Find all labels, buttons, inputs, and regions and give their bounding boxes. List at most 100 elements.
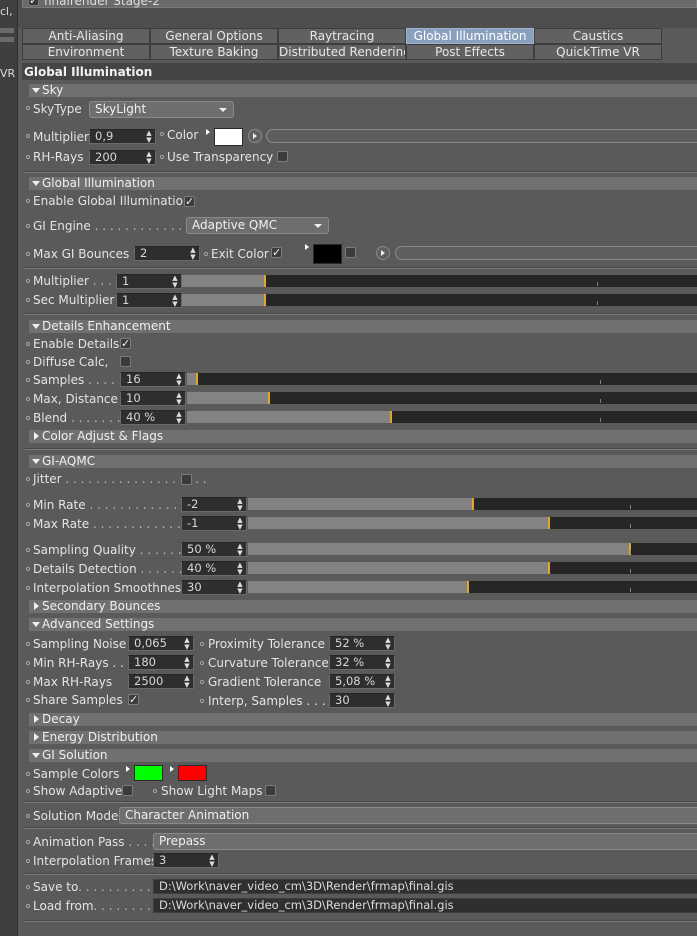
max-rate-field[interactable]: -1 ▲ ▼ — [181, 516, 247, 531]
max-distance-slider[interactable] — [187, 392, 697, 404]
animate-dot-icon[interactable] — [26, 298, 30, 302]
section-decay[interactable]: Decay — [29, 713, 697, 726]
animate-dot-icon[interactable] — [26, 252, 30, 256]
interp-samples-field[interactable]: 30 ▲ ▼ — [329, 693, 395, 708]
expand-arrow-icon[interactable] — [126, 766, 130, 772]
tab-distributed-rendering[interactable]: Distributed Rendering — [278, 44, 406, 60]
enable-details-checkbox[interactable]: ✓ — [120, 338, 131, 349]
sky-color-slider[interactable] — [266, 129, 697, 143]
expand-arrow-icon[interactable] — [170, 766, 174, 772]
diffuse-calc-checkbox[interactable] — [120, 356, 131, 367]
tab-quicktime-vr[interactable]: QuickTime VR — [534, 44, 662, 60]
section-details-enhancement[interactable]: Details Enhancement — [29, 320, 697, 333]
section-gi-aqmc[interactable]: GI-AQMC — [29, 455, 697, 468]
animate-dot-icon[interactable] — [26, 378, 30, 382]
enable-gi-checkbox[interactable]: ✓ — [184, 196, 195, 207]
max-rate-slider[interactable] — [248, 517, 697, 529]
interpolation-smoothness-field[interactable]: 30 ▲ ▼ — [181, 580, 247, 595]
min-rate-slider[interactable] — [248, 498, 697, 510]
tab-caustics[interactable]: Caustics — [534, 28, 662, 44]
tab-texture-baking[interactable]: Texture Baking — [150, 44, 278, 60]
animate-dot-icon[interactable] — [26, 522, 30, 526]
sec-multiplier-field[interactable]: 1 ▲ ▼ — [116, 293, 182, 308]
sky-color-swatch[interactable] — [214, 128, 243, 146]
min-rate-field[interactable]: -2 ▲ ▼ — [181, 497, 247, 512]
min-rh-rays-field[interactable]: 180 ▲ ▼ — [128, 655, 194, 670]
animate-dot-icon[interactable] — [26, 503, 30, 507]
animate-dot-icon[interactable] — [26, 360, 30, 364]
animate-dot-icon[interactable] — [200, 661, 204, 665]
animate-dot-icon[interactable] — [204, 252, 208, 256]
animate-dot-icon[interactable] — [26, 416, 30, 420]
animate-dot-icon[interactable] — [26, 199, 30, 203]
sky-multiplier-field[interactable]: 0,9 ▲ ▼ — [89, 129, 156, 144]
samples-slider[interactable] — [187, 373, 697, 385]
gi-engine-dropdown[interactable]: Adaptive QMC — [186, 217, 329, 234]
expand-arrow-icon[interactable] — [206, 129, 210, 135]
animate-dot-icon[interactable] — [200, 680, 204, 684]
sec-multiplier-slider[interactable] — [182, 294, 697, 306]
save-to-path-field[interactable]: D:\Work\naver_video_cm\3D\Render\frmap\f… — [153, 879, 697, 894]
tab-global-illumination[interactable]: Global Illumination — [406, 28, 534, 44]
animate-dot-icon[interactable] — [26, 772, 30, 776]
gi-multiplier-slider[interactable] — [182, 275, 697, 287]
skytype-dropdown[interactable]: SkyLight — [89, 101, 234, 118]
animate-dot-icon[interactable] — [26, 904, 30, 908]
samples-field[interactable]: 16 ▲ ▼ — [120, 372, 186, 387]
blend-slider[interactable] — [187, 411, 697, 423]
sampling-noise-field[interactable]: 0,065 ▲ ▼ — [128, 636, 194, 651]
section-energy-distribution[interactable]: Energy Distribution — [29, 731, 697, 744]
animate-dot-icon[interactable] — [26, 698, 30, 702]
share-samples-checkbox[interactable]: ✓ — [128, 694, 139, 705]
animate-dot-icon[interactable] — [26, 134, 30, 138]
exit-color-slider[interactable] — [395, 246, 697, 260]
section-global-illumination[interactable]: Global Illumination — [29, 177, 697, 190]
animate-dot-icon[interactable] — [26, 342, 30, 346]
interpolation-frames-field[interactable]: 3 ▲ ▼ — [153, 853, 219, 868]
sampling-quality-slider[interactable] — [248, 543, 697, 555]
animate-dot-icon[interactable] — [26, 859, 30, 863]
gi-multiplier-field[interactable]: 1 ▲ ▼ — [116, 274, 182, 289]
max-distance-field[interactable]: 10 ▲ ▼ — [120, 391, 186, 406]
animate-dot-icon[interactable] — [26, 885, 30, 889]
animation-pass-dropdown[interactable]: Prepass — [153, 833, 697, 850]
animate-dot-icon[interactable] — [26, 661, 30, 665]
animate-dot-icon[interactable] — [26, 814, 30, 818]
tab-environment[interactable]: Environment — [22, 44, 150, 60]
rhrays-field[interactable]: 200 ▲ ▼ — [89, 150, 156, 165]
animate-dot-icon[interactable] — [160, 132, 164, 136]
expand-arrow-icon[interactable] — [305, 244, 309, 250]
color-picker-button[interactable] — [248, 129, 262, 143]
sample-color-b-swatch[interactable] — [178, 765, 207, 781]
animate-dot-icon[interactable] — [26, 548, 30, 552]
animate-dot-icon[interactable] — [26, 397, 30, 401]
show-light-maps-checkbox[interactable] — [265, 785, 276, 796]
animate-dot-icon[interactable] — [26, 477, 30, 481]
animate-dot-icon[interactable] — [200, 699, 204, 703]
animate-dot-icon[interactable] — [26, 586, 30, 590]
curvature-tolerance-field[interactable]: 32 % ▲ ▼ — [329, 655, 395, 670]
prev-stage-checkbox[interactable]: ✓ — [28, 0, 39, 6]
section-secondary-bounces[interactable]: Secondary Bounces — [29, 600, 697, 613]
solution-mode-dropdown[interactable]: Character Animation — [119, 807, 697, 824]
proximity-tolerance-field[interactable]: 52 % ▲ ▼ — [329, 636, 395, 651]
exit-color-swatch[interactable] — [313, 244, 342, 264]
animate-dot-icon[interactable] — [26, 279, 30, 283]
animate-dot-icon[interactable] — [26, 642, 30, 646]
sampling-quality-field[interactable]: 50 % ▲ ▼ — [181, 542, 247, 557]
details-detection-field[interactable]: 40 % ▲ ▼ — [181, 561, 247, 576]
tab-general-options[interactable]: General Options — [150, 28, 278, 44]
exit-color-checkbox[interactable]: ✓ — [271, 247, 282, 258]
color-picker-button[interactable] — [376, 246, 390, 260]
tab-post-effects[interactable]: Post Effects — [406, 44, 534, 60]
blend-field[interactable]: 40 % ▲ ▼ — [120, 410, 186, 425]
tab-raytracing[interactable]: Raytracing — [278, 28, 406, 44]
interpolation-smoothness-slider[interactable] — [248, 581, 697, 593]
animate-dot-icon[interactable] — [26, 106, 30, 110]
show-adaptive-checkbox[interactable] — [122, 785, 133, 796]
animate-dot-icon[interactable] — [26, 680, 30, 684]
use-transparency-checkbox[interactable] — [277, 151, 288, 162]
animate-dot-icon[interactable] — [26, 789, 30, 793]
max-rh-rays-field[interactable]: 2500 ▲ ▼ — [128, 674, 194, 689]
section-sky[interactable]: Sky — [29, 84, 697, 97]
